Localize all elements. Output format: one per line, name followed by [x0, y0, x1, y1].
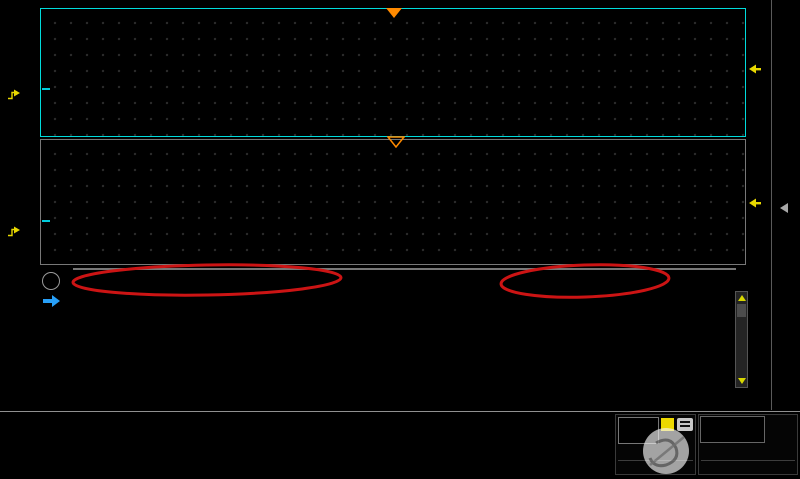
trigger-level-marker-top[interactable] — [749, 63, 766, 75]
zoom-window-position-icon — [387, 136, 405, 148]
panel-collapse-icon[interactable] — [778, 202, 790, 214]
zoom-waveform-panel — [40, 139, 746, 265]
bus-label-top — [42, 88, 50, 90]
table-scrollbar[interactable] — [735, 291, 748, 388]
main-waveform-plot — [41, 9, 745, 136]
trigger-source-badge — [661, 418, 674, 431]
scroll-up-icon[interactable] — [738, 295, 746, 301]
trigger-coupling-icon — [677, 418, 693, 431]
decode-event-table — [40, 268, 748, 390]
trigger-info-box[interactable] — [615, 414, 696, 475]
left-arrow-icon — [749, 197, 764, 209]
decode-channel-label-top — [6, 89, 21, 101]
trigger-position-icon[interactable] — [386, 8, 402, 18]
divider — [618, 460, 693, 461]
scrollbar-thumb[interactable] — [737, 304, 746, 317]
trigger-level-marker-mid[interactable] — [749, 197, 766, 209]
bus-table-icon[interactable] — [42, 272, 60, 290]
scroll-down-icon[interactable] — [738, 378, 746, 384]
divider — [701, 460, 795, 461]
decode-channel-label-mid — [6, 226, 21, 238]
side-panel-divider — [771, 0, 772, 410]
decode-edge-icon — [7, 226, 21, 238]
main-waveform-panel — [40, 8, 746, 137]
status-bar — [0, 411, 800, 479]
bus-label-mid — [42, 220, 50, 222]
selected-row-arrow-icon — [43, 295, 61, 307]
oscilloscope-screen — [0, 0, 800, 479]
decode-table-grid — [73, 268, 736, 270]
decode-edge-icon — [7, 89, 21, 101]
timebase-info-box[interactable] — [698, 414, 798, 475]
acquisition-status[interactable] — [618, 417, 659, 444]
zoom-waveform-plot — [41, 140, 745, 264]
timebase-scale-box — [700, 416, 765, 443]
left-arrow-icon — [749, 63, 764, 75]
